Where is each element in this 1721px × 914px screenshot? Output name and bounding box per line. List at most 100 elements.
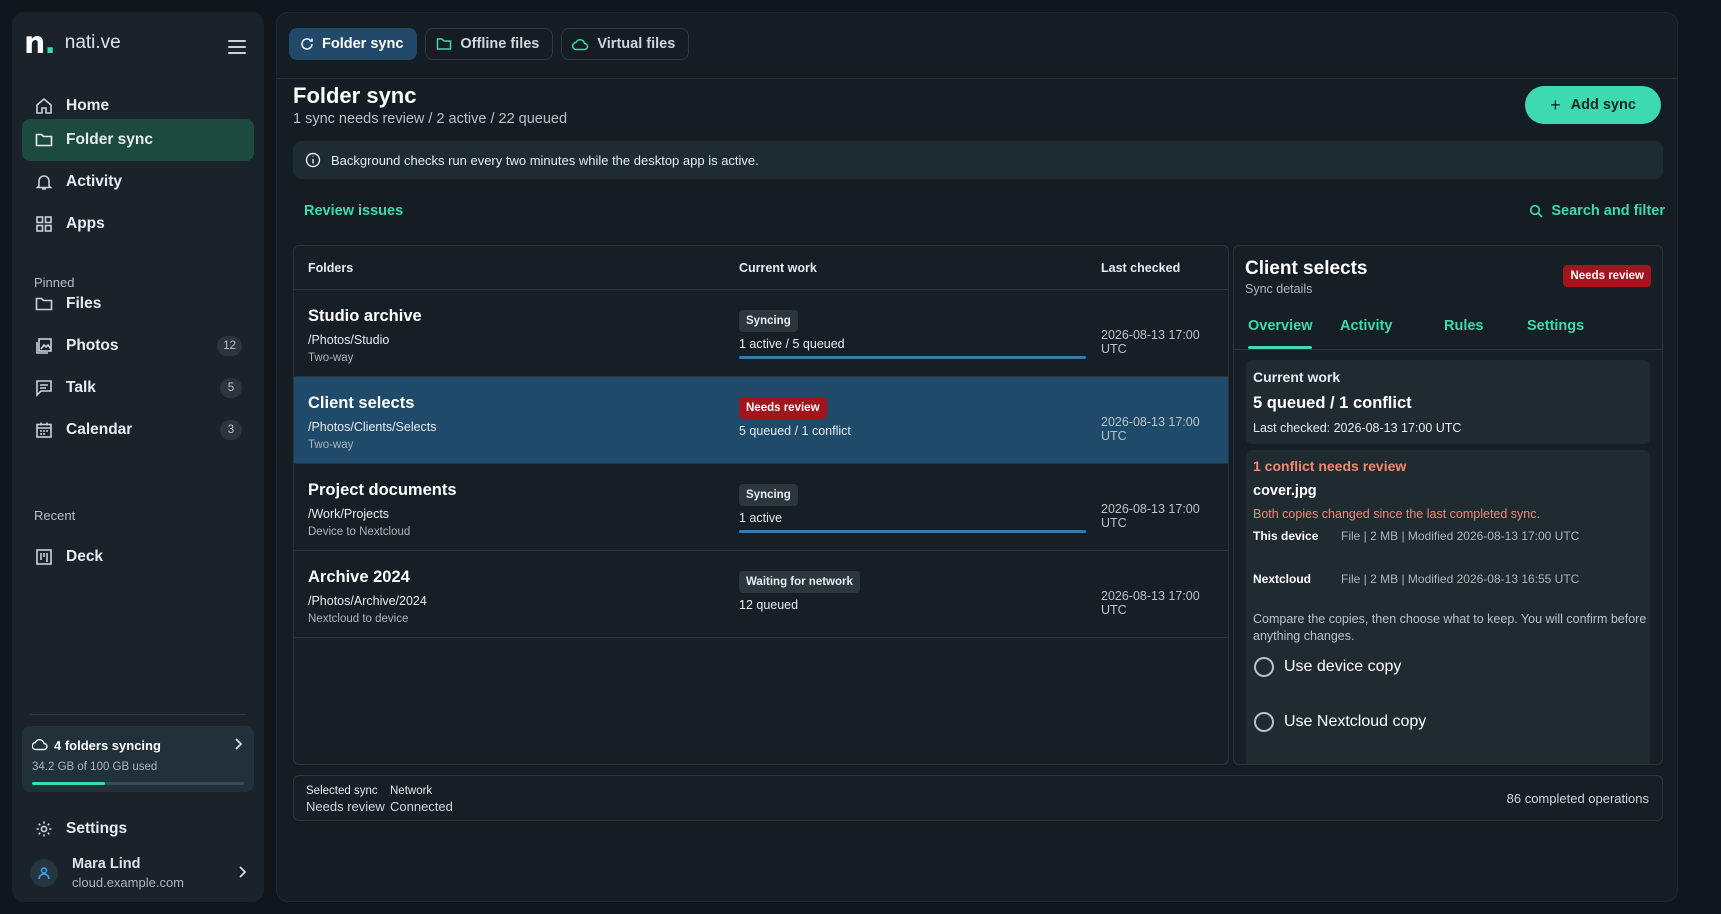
folder-name: Archive 2024 — [308, 568, 410, 586]
count-badge: 5 — [220, 378, 242, 398]
detail-subtitle: Sync details — [1245, 282, 1313, 296]
photos-icon — [34, 336, 54, 356]
review-issues-link[interactable]: Review issues — [304, 203, 403, 219]
current-work-label: Current work — [1253, 369, 1341, 385]
nav-label: Talk — [66, 379, 96, 396]
folder-icon — [436, 37, 452, 51]
use-nextcloud-copy-radio[interactable]: Use Nextcloud copy — [1254, 712, 1426, 732]
conflict-warning: Both copies changed since the last compl… — [1253, 507, 1540, 521]
status-badge: Syncing — [739, 310, 798, 332]
tab-settings[interactable]: Settings — [1527, 318, 1584, 334]
tab-offline-files[interactable]: Offline files — [425, 28, 554, 60]
sidebar-divider — [30, 714, 246, 715]
chat-icon — [34, 378, 54, 398]
sync-mode: Two-way — [308, 439, 354, 451]
sync-icon — [300, 37, 314, 51]
sync-mode: Two-way — [308, 352, 354, 364]
active-tab-indicator — [1248, 346, 1312, 349]
table-row[interactable]: Client selects /Photos/Clients/Selects T… — [294, 377, 1228, 464]
table-row[interactable]: Project documents /Work/Projects Device … — [294, 464, 1228, 551]
nav-label: Home — [66, 97, 110, 114]
nav-label: Calendar — [66, 421, 133, 438]
sync-mode: Device to Nextcloud — [308, 526, 411, 538]
sync-mode: Nextcloud to device — [308, 613, 409, 625]
search-filter-label: Search and filter — [1551, 203, 1665, 219]
current-work-value: 5 queued / 1 conflict — [1253, 394, 1412, 412]
tab-folder-sync[interactable]: Folder sync — [289, 28, 418, 60]
tab-rules[interactable]: Rules — [1444, 318, 1484, 334]
chevron-right-icon — [234, 737, 243, 753]
nextcloud-value: File | 2 MB | Modified 2026-08-13 16:55 … — [1341, 572, 1580, 586]
table-header: Folders Current work Last checked — [294, 246, 1228, 290]
storage-card[interactable]: 4 folders syncing 34.2 GB of 100 GB used — [22, 726, 254, 792]
nav-item-settings[interactable]: Settings — [22, 808, 254, 850]
tab-overview[interactable]: Overview — [1248, 318, 1313, 334]
status-badge: Needs review — [1563, 265, 1651, 287]
tab-activity[interactable]: Activity — [1340, 318, 1392, 334]
sync-table: Folders Current work Last checked Studio… — [293, 245, 1229, 765]
apps-grid-icon — [34, 214, 54, 234]
conflict-file-name: cover.jpg — [1253, 483, 1317, 499]
home-icon — [34, 96, 54, 116]
nav-item-deck[interactable]: Deck — [22, 536, 254, 578]
recent-label: Recent — [34, 508, 76, 523]
last-checked: 2026-08-13 17:00 UTC — [1101, 415, 1200, 443]
gear-icon — [34, 819, 54, 839]
table-row[interactable]: Studio archive /Photos/Studio Two-way Sy… — [294, 290, 1228, 377]
bell-icon — [34, 172, 54, 192]
progress-bar — [739, 530, 1086, 533]
plus-icon: + — [1550, 94, 1561, 115]
selected-sync-label: Selected sync — [306, 785, 378, 797]
detail-title: Client selects — [1245, 258, 1368, 279]
menu-toggle-icon[interactable] — [228, 40, 246, 54]
add-sync-button[interactable]: + Add sync — [1525, 86, 1661, 124]
status-footer: Selected sync Needs review Network Conne… — [293, 775, 1663, 821]
nav-item-photos[interactable]: Photos 12 — [22, 325, 254, 367]
nav-item-files[interactable]: Files — [22, 283, 254, 325]
folder-name: Client selects — [308, 394, 415, 412]
sync-detail-panel: Client selects Sync details Needs review… — [1233, 245, 1663, 765]
folder-path: /Photos/Clients/Selects — [308, 420, 437, 434]
add-sync-label: Add sync — [1570, 97, 1636, 113]
search-icon — [1529, 204, 1543, 218]
last-checked: 2026-08-13 17:00 UTC — [1101, 502, 1200, 530]
nav-item-talk[interactable]: Talk 5 — [22, 367, 254, 409]
network-label: Network — [390, 785, 433, 797]
network-value: Connected — [390, 799, 453, 814]
radio-circle — [1254, 712, 1274, 732]
last-checked: 2026-08-13 17:00 UTC — [1101, 589, 1200, 617]
folder-name: Studio archive — [308, 307, 422, 325]
deck-icon — [34, 547, 54, 567]
nav-label: Deck — [66, 548, 104, 565]
brand[interactable]: n. nati.ve — [24, 26, 121, 61]
nav-label: Apps — [66, 215, 105, 232]
tab-virtual-files[interactable]: Virtual files — [561, 28, 690, 60]
nav-item-calendar[interactable]: Calendar 3 — [22, 409, 254, 451]
folder-icon — [34, 294, 54, 314]
table-row[interactable]: Archive 2024 /Photos/Archive/2024 Nextcl… — [294, 551, 1228, 638]
tab-label: Offline files — [460, 36, 540, 52]
count-badge: 3 — [220, 420, 242, 440]
nav-item-activity[interactable]: Activity — [22, 161, 254, 203]
chevron-right-icon — [238, 865, 247, 881]
cloud-icon — [31, 738, 48, 756]
last-checked-text: Last checked: 2026-08-13 17:00 UTC — [1253, 421, 1462, 435]
use-device-copy-radio[interactable]: Use device copy — [1254, 657, 1401, 677]
search-filter-link[interactable]: Search and filter — [1529, 203, 1665, 219]
storage-progress-bar — [32, 782, 244, 785]
nav-item-apps[interactable]: Apps — [22, 203, 254, 245]
nav-item-folder-sync[interactable]: Folder sync — [22, 119, 254, 161]
header-folders: Folders — [308, 261, 354, 275]
view-tabs: Folder sync Offline files Virtual files — [289, 28, 690, 60]
radio-label: Use device copy — [1284, 658, 1402, 675]
radio-circle — [1254, 764, 1274, 765]
progress-bar — [739, 356, 1086, 359]
more-options-radio[interactable] — [1254, 764, 1284, 765]
current-work: 5 queued / 1 conflict — [739, 424, 851, 438]
status-badge: Waiting for network — [739, 571, 860, 593]
conflict-note: Compare the copies, then choose what to … — [1253, 612, 1647, 643]
nav-label: Folder sync — [66, 131, 153, 148]
user-account[interactable]: Mara Lind cloud.example.com — [30, 853, 252, 893]
header-divider — [277, 78, 1677, 79]
header-last-checked: Last checked — [1101, 261, 1181, 275]
